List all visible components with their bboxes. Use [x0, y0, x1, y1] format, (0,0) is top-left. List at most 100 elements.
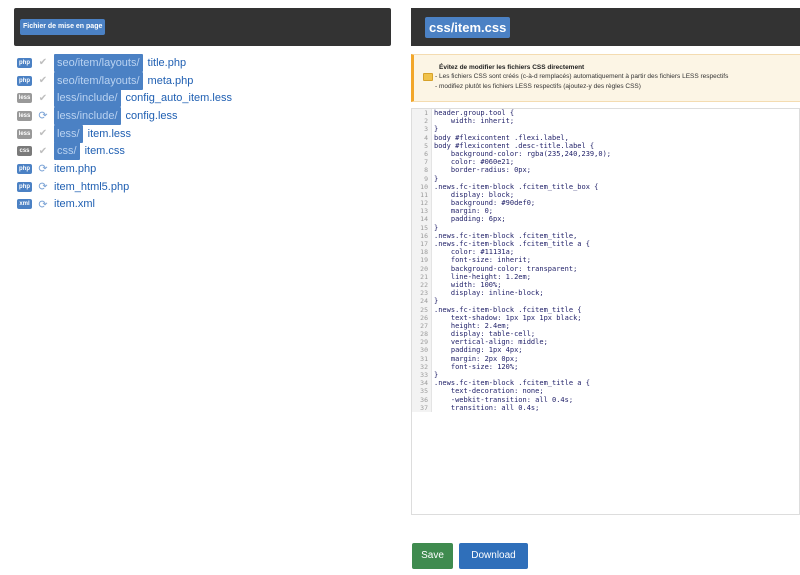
line-number: 1 — [412, 109, 432, 118]
code-line: 36 -webkit-transition: all 0.4s; — [412, 395, 799, 404]
line-number: 30 — [412, 346, 432, 355]
code-text: text-decoration: none; — [434, 387, 544, 396]
line-number: 9 — [412, 174, 432, 183]
file-type-badge: php — [17, 57, 32, 68]
file-path-chip: seo/item/layouts/ — [54, 71, 143, 90]
file-type-badge: less — [17, 110, 32, 121]
file-link[interactable]: item_html5.php — [54, 181, 129, 193]
link-icon: ⟳ — [38, 110, 48, 123]
check-icon: ✔ — [38, 92, 48, 104]
line-number: 24 — [412, 297, 432, 306]
line-number: 19 — [412, 256, 432, 265]
file-type-badge: php — [17, 181, 32, 192]
code-text: } — [434, 371, 439, 379]
file-path-chip: less/include/ — [54, 106, 121, 125]
line-number: 10 — [412, 182, 432, 191]
code-text: transition: all 0.4s; — [434, 403, 540, 412]
line-number: 29 — [412, 338, 432, 347]
code-line: 29 vertical-align: middle; — [412, 338, 799, 347]
code-text: width: 100%; — [434, 280, 502, 289]
line-number: 17 — [412, 240, 432, 249]
code-line: 33} — [412, 371, 799, 380]
code-text: text-shadow: 1px 1px 1px black; — [434, 313, 582, 322]
file-link[interactable]: item.xml — [54, 198, 95, 210]
line-number: 20 — [412, 264, 432, 273]
code-text: line-height: 1.2em; — [434, 272, 531, 281]
code-text: .news.fc-item-block .fcitem_title a { — [434, 379, 590, 388]
code-line: 17 .news.fc-item-block .fcitem_title a { — [412, 240, 799, 249]
code-line: 24} — [412, 297, 799, 306]
line-number: 8 — [412, 166, 432, 175]
line-number: 22 — [412, 280, 432, 290]
line-number: 25 — [412, 305, 432, 314]
code-text: } — [434, 174, 439, 183]
code-text: } — [434, 297, 439, 306]
warning-title: Évitez de modifier les fichiers CSS dire… — [439, 64, 585, 71]
file-link[interactable]: item.php — [54, 163, 96, 175]
code-line: 27 height: 2.4em; — [412, 321, 799, 331]
file-link[interactable]: item.less — [88, 128, 131, 140]
layout-files-title: Fichier de mise en page — [20, 19, 106, 35]
css-warning-box: Évitez de modifier les fichiers CSS dire… — [411, 54, 800, 102]
line-number: 2 — [412, 117, 432, 126]
code-line: 30 padding: 1px 4px; — [412, 346, 799, 355]
link-icon: ⟳ — [38, 163, 48, 176]
code-line: 13 margin: 0; — [412, 207, 799, 216]
code-line: 2 width: inherit; — [412, 117, 799, 126]
code-text: margin: 0; — [434, 207, 494, 216]
code-line: 9} — [412, 174, 799, 183]
code-text: font-size: inherit; — [434, 256, 531, 265]
warning-line-1: - Les fichiers CSS sont créés (c-à-d rem… — [435, 73, 729, 80]
file-type-badge: php — [17, 75, 32, 86]
code-text: .news.fc-item-block .fcitem_title { — [434, 305, 582, 314]
file-row: css ✔ css/item.css — [17, 142, 387, 161]
file-type-badge: less — [17, 128, 32, 139]
code-text: padding: 1px 4px; — [434, 346, 523, 355]
code-editor[interactable]: 1 header.group.tool {2 width: inherit; 3} 4… — [411, 108, 800, 515]
code-text: border-radius: 0px; — [434, 166, 531, 175]
code-text: } — [434, 223, 439, 232]
line-number: 11 — [412, 190, 432, 200]
code-text: display: inline-block; — [434, 289, 544, 298]
line-number: 36 — [412, 395, 432, 404]
file-path-chip: less/include/ — [54, 89, 121, 108]
code-line: 8 border-radius: 0px; — [412, 166, 799, 175]
layout-file-list: php ✔ seo/item/layouts/title.php php ✔ seo/it… — [17, 53, 387, 213]
line-number: 32 — [412, 362, 432, 371]
save-button[interactable]: Save — [412, 543, 453, 569]
file-type-badge: xml — [17, 199, 32, 210]
code-line: 23 display: inline-block; — [412, 289, 799, 298]
file-row: less ✔ less/include/config_auto_item.less — [17, 89, 387, 108]
file-path-chip: css/ — [54, 142, 80, 161]
line-number: 6 — [412, 149, 432, 159]
line-number: 23 — [412, 289, 432, 298]
file-row: less ⟳ less/include/config.less — [17, 106, 387, 125]
file-link[interactable]: config.less — [126, 110, 178, 122]
code-text: width: inherit; — [434, 117, 515, 126]
file-link[interactable]: title.php — [148, 57, 187, 69]
code-line: 18 color: #11131a; — [412, 248, 799, 257]
code-text: } — [434, 125, 439, 134]
code-line: 21 line-height: 1.2em; — [412, 272, 799, 281]
code-line: 1 header.group.tool { — [412, 109, 799, 118]
code-line: 37 transition: all 0.4s; — [412, 403, 799, 412]
code-line: 25 .news.fc-item-block .fcitem_title { — [412, 305, 799, 314]
code-line: 26 text-shadow: 1px 1px 1px black; — [412, 313, 799, 322]
line-number: 28 — [412, 330, 432, 339]
code-text: -webkit-transition: all 0.4s; — [434, 395, 574, 404]
check-icon: ✔ — [38, 128, 48, 140]
file-link[interactable]: item.css — [85, 145, 125, 157]
code-text: display: table-cell; — [434, 330, 536, 339]
file-path-chip: less/ — [54, 124, 83, 143]
code-line: 3} — [412, 125, 799, 134]
file-link[interactable]: meta.php — [148, 75, 194, 87]
line-number: 13 — [412, 207, 432, 216]
code-line: 4 body #flexicontent .flexi.label, — [412, 133, 799, 142]
file-path-chip: seo/item/layouts/ — [54, 53, 143, 72]
line-number: 37 — [412, 403, 432, 412]
line-number: 18 — [412, 248, 432, 257]
download-button[interactable]: Download — [459, 543, 528, 569]
code-text: .news.fc-item-block .fcitem_title a { — [434, 240, 590, 248]
file-row: php ✔ seo/item/layouts/meta.php — [17, 71, 387, 90]
file-link[interactable]: config_auto_item.less — [126, 92, 232, 104]
